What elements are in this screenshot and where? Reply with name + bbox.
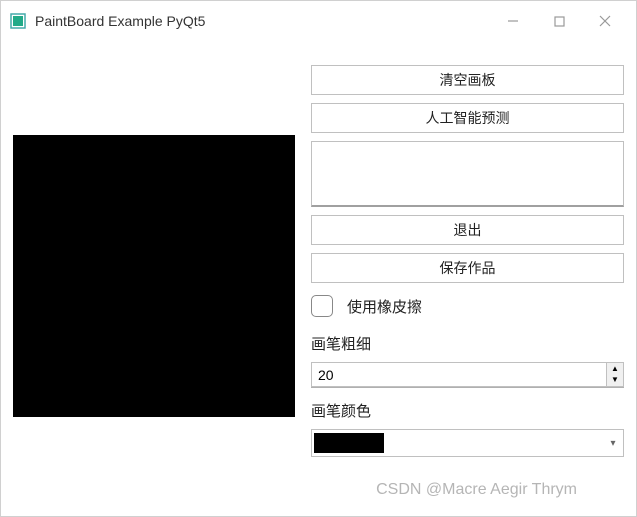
thickness-input[interactable] — [311, 362, 606, 387]
eraser-row: 使用橡皮擦 — [311, 291, 624, 321]
eraser-label: 使用橡皮擦 — [347, 296, 422, 317]
color-label: 画笔颜色 — [311, 400, 624, 421]
color-swatch — [314, 433, 384, 453]
titlebar: PaintBoard Example PyQt5 — [1, 1, 636, 41]
close-button[interactable] — [582, 1, 628, 41]
spin-up-icon[interactable]: ▲ — [607, 363, 623, 375]
controls-panel: 清空画板 人工智能预测 退出 保存作品 使用橡皮擦 画笔粗细 ▲ ▼ 画笔颜色 — [311, 49, 624, 504]
app-icon — [9, 12, 27, 30]
color-combobox[interactable]: ▾ — [311, 429, 624, 457]
minimize-button[interactable] — [490, 1, 536, 41]
thickness-spinbox[interactable]: ▲ ▼ — [311, 362, 624, 388]
predict-button[interactable]: 人工智能预测 — [311, 103, 624, 133]
chevron-down-icon[interactable]: ▾ — [605, 438, 621, 449]
clear-button[interactable]: 清空画板 — [311, 65, 624, 95]
eraser-checkbox[interactable] — [311, 295, 333, 317]
exit-button[interactable]: 退出 — [311, 215, 624, 245]
maximize-button[interactable] — [536, 1, 582, 41]
spin-down-icon[interactable]: ▼ — [607, 375, 623, 387]
window-controls — [490, 1, 628, 41]
result-display — [311, 141, 624, 207]
main-window: PaintBoard Example PyQt5 清空画板 人工智能预测 退出 … — [0, 0, 637, 517]
thickness-label: 画笔粗细 — [311, 333, 624, 354]
paint-canvas[interactable] — [13, 135, 295, 417]
window-title: PaintBoard Example PyQt5 — [35, 13, 205, 29]
save-button[interactable]: 保存作品 — [311, 253, 624, 283]
content-area: 清空画板 人工智能预测 退出 保存作品 使用橡皮擦 画笔粗细 ▲ ▼ 画笔颜色 — [1, 41, 636, 516]
